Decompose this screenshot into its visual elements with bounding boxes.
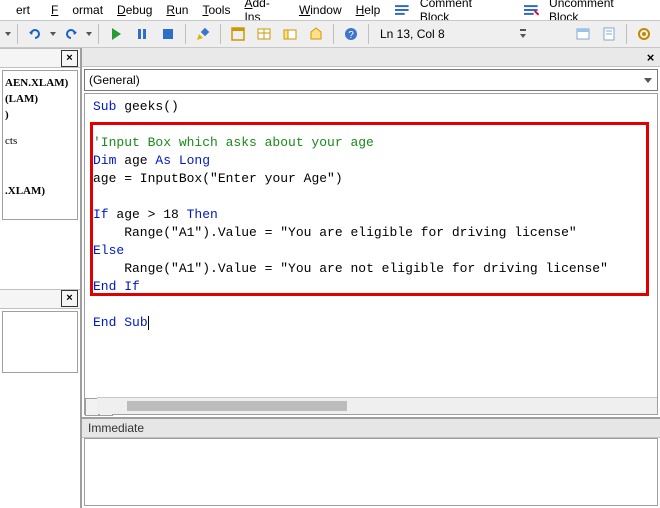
menu-tools[interactable]: Tools: [195, 1, 237, 19]
run-button[interactable]: [104, 22, 128, 46]
immediate-window[interactable]: [84, 438, 658, 506]
extra-button-2[interactable]: [597, 22, 621, 46]
close-icon[interactable]: ×: [61, 290, 78, 307]
menu-bar: ert Format Debug Run Tools Add-Ins Windo…: [0, 0, 660, 20]
project-explorer-button[interactable]: [226, 22, 250, 46]
toolbox-button[interactable]: [304, 22, 328, 46]
menu-window[interactable]: Window: [292, 1, 349, 19]
redo-dropdown[interactable]: [85, 23, 93, 45]
text-cursor: [148, 316, 149, 330]
left-dock: × AEN.XLAM) (LAM) ) cts .XLAM) ×: [0, 48, 82, 508]
menu-format[interactable]: Format: [44, 1, 110, 19]
properties-header: ×: [0, 289, 80, 309]
close-icon[interactable]: ×: [643, 50, 658, 65]
menu-debug[interactable]: Debug: [110, 1, 159, 19]
toolbar-overflow[interactable]: [519, 23, 527, 45]
close-icon[interactable]: ×: [61, 50, 78, 67]
object-browser-button[interactable]: [278, 22, 302, 46]
design-mode-button[interactable]: [191, 22, 215, 46]
object-combo[interactable]: (General): [84, 69, 658, 91]
reset-button[interactable]: [156, 22, 180, 46]
code-editor[interactable]: Sub geeks() 'Input Box which asks about …: [84, 93, 658, 415]
project-tree[interactable]: AEN.XLAM) (LAM) ) cts .XLAM): [2, 70, 78, 220]
immediate-title: Immediate: [88, 421, 144, 435]
menu-run[interactable]: Run: [159, 1, 195, 19]
undo-dropdown[interactable]: [49, 23, 57, 45]
extra-button-3[interactable]: [632, 22, 656, 46]
immediate-header: Immediate: [82, 419, 660, 438]
menu-insert[interactable]: ert: [2, 1, 44, 19]
extra-button-1[interactable]: [571, 22, 595, 46]
mdi-child-bar: ×: [82, 48, 660, 67]
cursor-position: Ln 13, Col 8: [374, 27, 451, 41]
project-explorer-header: ×: [0, 48, 80, 68]
toolbar-dropdown[interactable]: [4, 23, 12, 45]
undo-button[interactable]: [23, 22, 47, 46]
properties-button[interactable]: [252, 22, 276, 46]
standard-toolbar: ? Ln 13, Col 8: [0, 20, 660, 48]
help-button[interactable]: ?: [339, 22, 363, 46]
horizontal-scrollbar[interactable]: [97, 397, 657, 414]
break-button[interactable]: [130, 22, 154, 46]
properties-grid[interactable]: [2, 311, 78, 373]
code-text[interactable]: Sub geeks() 'Input Box which asks about …: [85, 94, 657, 398]
object-combo-value: (General): [89, 73, 140, 87]
redo-button[interactable]: [59, 22, 83, 46]
svg-text:?: ?: [348, 30, 354, 41]
menu-help[interactable]: Help: [349, 1, 388, 19]
